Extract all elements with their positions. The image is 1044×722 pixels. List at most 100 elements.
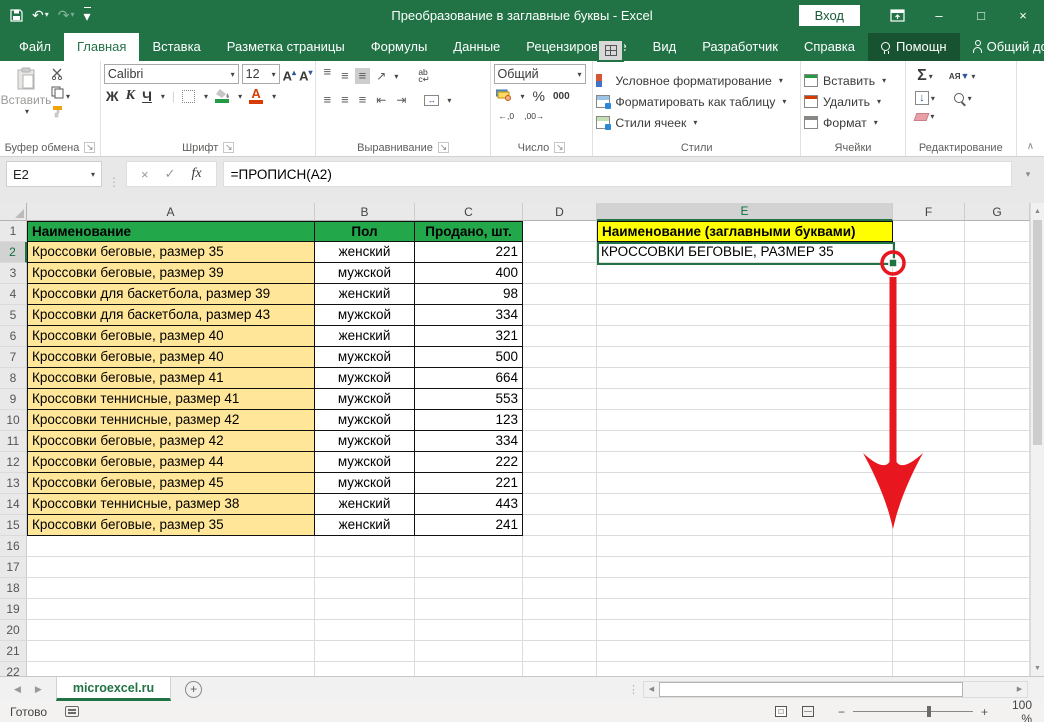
cell-D7[interactable] [523,347,597,368]
formula-input[interactable]: =ПРОПИСН(A2) [223,161,1012,187]
delete-cells-button[interactable]: Удалить▾ [804,91,881,112]
cell-A1[interactable]: Наименование [27,221,315,242]
orientation-button[interactable]: ↗ [372,66,390,86]
column-header-A[interactable]: A [27,203,315,221]
cell-C11[interactable]: 334 [415,431,523,452]
row-header-6[interactable]: 6 [0,326,27,347]
horizontal-scrollbar-thumb[interactable] [659,682,963,697]
cell-G13[interactable] [965,473,1030,494]
cell-C8[interactable]: 664 [415,368,523,389]
cell-D20[interactable] [523,620,597,641]
cell-G14[interactable] [965,494,1030,515]
cell-E9[interactable] [597,389,893,410]
conditional-formatting-button[interactable]: Условное форматирование▾ [596,70,782,91]
cell-E16[interactable] [597,536,893,557]
cell-G16[interactable] [965,536,1030,557]
cell-F17[interactable] [893,557,965,578]
confirm-entry-button[interactable]: ✓ [165,166,176,182]
cell-F12[interactable] [893,452,965,473]
row-header-16[interactable]: 16 [0,536,27,557]
cell-E4[interactable] [597,284,893,305]
zoom-level[interactable]: 100 % [998,698,1044,722]
font-size-combo[interactable]: 12▾ [242,64,280,84]
cell-B12[interactable]: мужской [315,452,415,473]
cell-F3[interactable] [893,263,965,284]
bold-button[interactable]: Ж [106,88,119,104]
cell-D2[interactable] [523,242,597,263]
cell-F6[interactable] [893,326,965,347]
cell-B20[interactable] [315,620,415,641]
cell-D9[interactable] [523,389,597,410]
cell-D18[interactable] [523,578,597,599]
cell-D19[interactable] [523,599,597,620]
cell-D1[interactable] [523,221,597,242]
cell-E17[interactable] [597,557,893,578]
tab-splitter[interactable]: ⋮ [624,683,643,696]
cell-B17[interactable] [315,557,415,578]
zoom-slider[interactable] [853,711,973,712]
cell-A20[interactable] [27,620,315,641]
name-box-splitter[interactable]: ⋮ [108,175,120,189]
cell-A3[interactable]: Кроссовки беговые, размер 39 [27,263,315,284]
borders-button[interactable] [182,90,195,103]
cell-A5[interactable]: Кроссовки для баскетбола, размер 43 [27,305,315,326]
sort-filter-button[interactable]: АЯ▼▾ [945,68,979,84]
tab-Справка[interactable]: Справка [791,33,868,61]
wrap-text-button[interactable]: abc↵ [414,66,433,86]
number-dialog-launcher[interactable]: ↘ [554,142,565,153]
cell-B11[interactable]: мужской [315,431,415,452]
cell-G10[interactable] [965,410,1030,431]
fill-color-button[interactable] [215,89,229,103]
cell-E7[interactable] [597,347,893,368]
scroll-right-button[interactable]: ▶ [1012,682,1027,697]
font-dialog-launcher[interactable]: ↘ [223,142,234,153]
align-left-button[interactable]: ≡ [319,92,335,108]
cell-G6[interactable] [965,326,1030,347]
cell-G21[interactable] [965,641,1030,662]
row-header-19[interactable]: 19 [0,599,27,620]
cell-G18[interactable] [965,578,1030,599]
cell-C5[interactable]: 334 [415,305,523,326]
cell-B9[interactable]: мужской [315,389,415,410]
cell-D5[interactable] [523,305,597,326]
cell-F18[interactable] [893,578,965,599]
cell-D12[interactable] [523,452,597,473]
cell-G15[interactable] [965,515,1030,536]
cell-B2[interactable]: женский [315,242,415,263]
cell-C13[interactable]: 221 [415,473,523,494]
row-header-20[interactable]: 20 [0,620,27,641]
scroll-up-button[interactable]: ▲ [1031,203,1044,219]
row-header-11[interactable]: 11 [0,431,27,452]
cell-A9[interactable]: Кроссовки теннисные, размер 41 [27,389,315,410]
row-header-18[interactable]: 18 [0,578,27,599]
cell-E15[interactable] [597,515,893,536]
row-header-1[interactable]: 1 [0,221,27,242]
zoom-slider-thumb[interactable] [927,706,931,717]
cell-C16[interactable] [415,536,523,557]
align-bottom-button[interactable]: ≡ [355,68,371,84]
cell-C15[interactable]: 241 [415,515,523,536]
tab-Формулы[interactable]: Формулы [358,33,441,61]
cell-A13[interactable]: Кроссовки беговые, размер 45 [27,473,315,494]
merge-center-button[interactable]: ↔ [420,92,443,109]
align-center-button[interactable]: ≡ [337,92,353,108]
cell-D21[interactable] [523,641,597,662]
cell-G19[interactable] [965,599,1030,620]
cell-styles-button[interactable]: Стили ячеек▾ [596,112,697,133]
tab-Разметка страницы[interactable]: Разметка страницы [214,33,358,61]
alignment-dialog-launcher[interactable]: ↘ [438,142,449,153]
row-header-14[interactable]: 14 [0,494,27,515]
cell-B10[interactable]: мужской [315,410,415,431]
align-top-button[interactable]: ≡ [319,64,335,80]
cell-E12[interactable] [597,452,893,473]
format-cells-button[interactable]: Формат▾ [804,112,878,133]
column-header-D[interactable]: D [523,203,597,221]
cell-D10[interactable] [523,410,597,431]
cell-B14[interactable]: женский [315,494,415,515]
cell-B13[interactable]: мужской [315,473,415,494]
cell-G1[interactable] [965,221,1030,242]
format-as-table-button[interactable]: Форматировать как таблицу▾ [596,91,786,112]
cell-F14[interactable] [893,494,965,515]
increase-decimal-button[interactable]: ←,0 [496,109,518,123]
close-button[interactable]: × [1002,0,1044,30]
